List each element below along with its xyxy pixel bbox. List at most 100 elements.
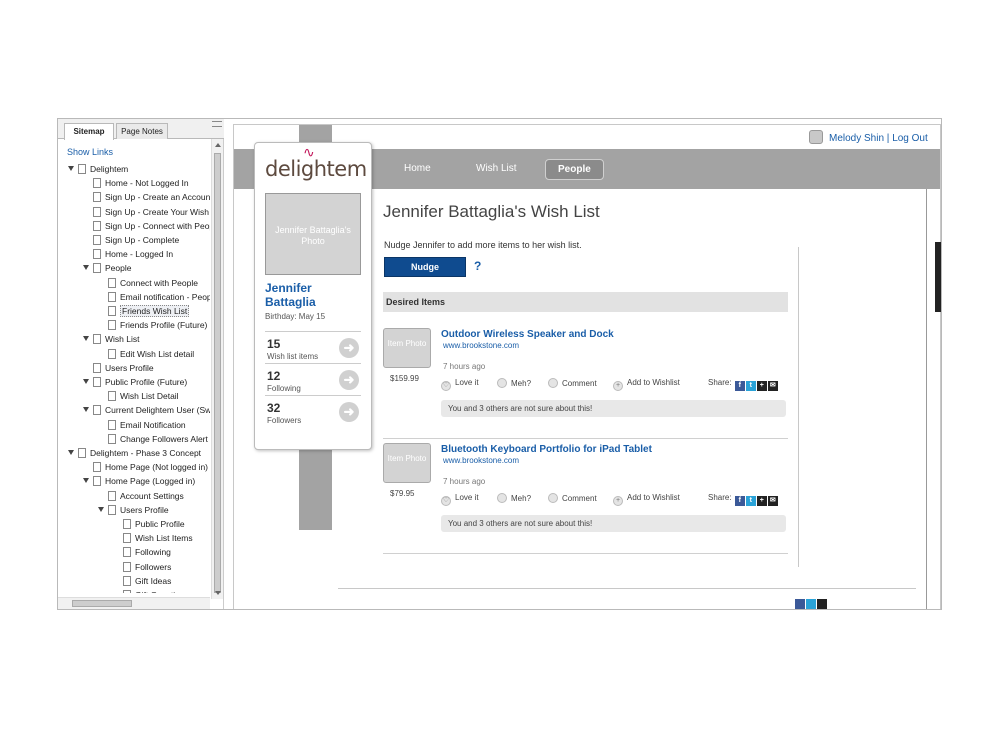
show-links-link[interactable]: Show Links	[67, 147, 113, 157]
hscroll-thumb[interactable]	[72, 600, 132, 607]
item-timestamp: 7 hours ago	[443, 477, 486, 486]
sitemap-item[interactable]: Home - Not Logged In	[83, 177, 189, 189]
sitemap-item[interactable]: Sign Up - Create Your Wish L	[83, 206, 210, 218]
sitemap-item[interactable]: Sign Up - Connect with Peopl	[83, 220, 210, 232]
sitemap-item[interactable]: Email Notification	[98, 419, 186, 431]
email-icon[interactable]: ✉	[767, 496, 778, 506]
nav-home[interactable]: Home	[404, 163, 431, 174]
sitemap-item[interactable]: People	[83, 262, 131, 274]
comment-button[interactable]: Comment	[548, 378, 597, 388]
logout-link[interactable]: Log Out	[892, 133, 928, 144]
user-name-link[interactable]: Melody Shin	[829, 133, 884, 144]
item-url-link[interactable]: www.brookstone.com	[443, 456, 519, 465]
item-actions: ♡ Love it Meh? Comment + Add to Wishlist S…	[441, 378, 785, 391]
page-icon	[93, 405, 101, 416]
comment-icon	[548, 493, 558, 503]
expand-arrow-icon[interactable]	[83, 478, 89, 484]
plus-share-icon[interactable]	[817, 599, 827, 609]
item-title-link[interactable]: Bluetooth Keyboard Portfolio for iPad Ta…	[441, 444, 652, 455]
plus-share-icon[interactable]: +	[756, 496, 767, 506]
item-url-link[interactable]: www.brookstone.com	[443, 341, 519, 350]
email-icon[interactable]: ✉	[767, 381, 778, 391]
add-to-wishlist-button[interactable]: + Add to Wishlist	[613, 493, 680, 506]
tab-sitemap[interactable]: Sitemap	[64, 123, 114, 140]
sitemap-horizontal-scrollbar[interactable]	[58, 597, 210, 609]
arrow-right-icon[interactable]: ➜	[339, 370, 359, 390]
expand-arrow-icon[interactable]	[83, 379, 89, 384]
sitemap-item[interactable]: Wish List	[83, 333, 139, 345]
sitemap-item[interactable]: Delightem - Phase 3 Concept	[68, 447, 201, 459]
item-title-link[interactable]: Outdoor Wireless Speaker and Dock	[441, 329, 614, 340]
scroll-thumb[interactable]	[214, 153, 221, 593]
expand-arrow-icon[interactable]	[83, 336, 89, 342]
sitemap-item[interactable]: Friends Wish List	[98, 305, 190, 317]
sitemap-item[interactable]: Home - Logged In	[83, 248, 173, 260]
sitemap-item[interactable]: Email notification - Peopl	[98, 291, 210, 303]
sitemap-item[interactable]: Users Profile	[98, 504, 169, 516]
sitemap-item[interactable]: Sign Up - Create an Account	[83, 191, 210, 203]
sitemap-item[interactable]: Followers	[113, 561, 171, 573]
page-icon	[123, 561, 131, 572]
sitemap-item[interactable]: Sign Up - Complete	[83, 234, 179, 246]
sitemap-item[interactable]: Connect with People	[98, 277, 198, 289]
sitemap-item[interactable]: Following	[113, 546, 171, 558]
expand-arrow-icon[interactable]	[68, 450, 74, 455]
sitemap-item[interactable]: Public Profile (Future)	[83, 376, 187, 388]
page-icon	[123, 547, 131, 558]
nav-people[interactable]: People	[545, 159, 604, 180]
nudge-button[interactable]: Nudge	[384, 257, 466, 277]
sitemap-item[interactable]: Gift Ideas	[113, 575, 171, 587]
sitemap-item[interactable]: Home Page (Logged in)	[83, 475, 195, 487]
meh-button[interactable]: Meh?	[497, 378, 531, 388]
canvas-scrollbar[interactable]	[935, 242, 941, 312]
sitemap-vertical-scrollbar[interactable]	[211, 139, 223, 599]
twitter-icon[interactable]	[806, 599, 816, 609]
sitemap-item[interactable]: Home Page (Not logged in)	[83, 461, 208, 473]
tab-page-notes[interactable]: Page Notes	[116, 123, 168, 139]
sitemap-item[interactable]: Current Delightem User (Swi	[83, 404, 210, 416]
facebook-icon[interactable]: f	[734, 381, 745, 391]
social-proof-bar: You and 3 others are not sure about this…	[441, 400, 786, 417]
love-it-button[interactable]: ♡ Love it	[441, 378, 479, 391]
page-icon	[108, 320, 116, 331]
sitemap-item-label: Home - Not Logged In	[105, 178, 189, 189]
profile-name[interactable]: Jennifer Battaglia	[265, 281, 365, 309]
scroll-up-icon[interactable]	[215, 143, 221, 147]
delightem-logo[interactable]: delightem ∿	[265, 145, 367, 181]
facebook-icon[interactable]	[795, 599, 805, 609]
plus-share-icon[interactable]: +	[756, 381, 767, 391]
sitemap-item[interactable]: Wish List Items	[113, 532, 193, 544]
meh-button[interactable]: Meh?	[497, 493, 531, 503]
sitemap-item[interactable]: Change Followers Alert	[98, 433, 208, 445]
help-icon[interactable]: ?	[474, 259, 481, 273]
page-icon	[93, 249, 101, 260]
item-photo[interactable]: Item Photo	[383, 443, 431, 483]
sitemap-item[interactable]: Delightem	[68, 163, 128, 175]
stat-following[interactable]: 12 Following ➜	[265, 363, 361, 395]
item-photo[interactable]: Item Photo	[383, 328, 431, 368]
sitemap-item[interactable]: Users Profile	[83, 362, 154, 374]
comment-button[interactable]: Comment	[548, 493, 597, 503]
arrow-right-icon[interactable]: ➜	[339, 338, 359, 358]
facebook-icon[interactable]: f	[734, 496, 745, 506]
sitemap-item[interactable]: Wish List Detail	[98, 390, 179, 402]
twitter-icon[interactable]: t	[745, 496, 756, 506]
sitemap-item[interactable]: Account Settings	[98, 490, 184, 502]
expand-arrow-icon[interactable]	[98, 506, 104, 512]
sitemap-item[interactable]: Gift Questions	[113, 589, 189, 593]
expand-arrow-icon[interactable]	[68, 166, 74, 171]
twitter-icon[interactable]: t	[745, 381, 756, 391]
sitemap-item[interactable]: Public Profile	[113, 518, 185, 530]
add-to-wishlist-button[interactable]: + Add to Wishlist	[613, 378, 680, 391]
sitemap-item[interactable]: Friends Profile (Future)	[98, 319, 207, 331]
sitemap-item[interactable]: Edit Wish List detail	[98, 348, 194, 360]
stat-followers[interactable]: 32 Followers ➜	[265, 395, 361, 427]
nav-wish-list[interactable]: Wish List	[476, 163, 517, 174]
panel-grip-icon[interactable]	[212, 121, 222, 127]
expand-arrow-icon[interactable]	[83, 265, 89, 271]
scroll-down-icon[interactable]	[215, 591, 221, 595]
stat-wish-list-items[interactable]: 15 Wish list items ➜	[265, 331, 361, 363]
love-it-button[interactable]: ♡ Love it	[441, 493, 479, 506]
expand-arrow-icon[interactable]	[83, 407, 89, 413]
arrow-right-icon[interactable]: ➜	[339, 402, 359, 422]
